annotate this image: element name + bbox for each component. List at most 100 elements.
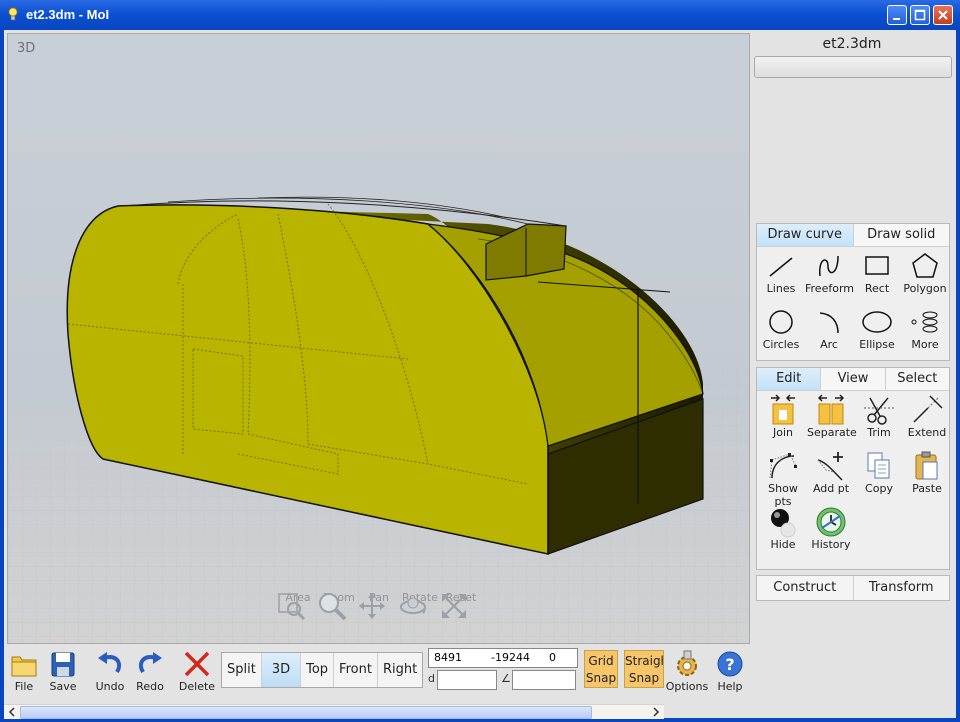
- nav-pan-tool[interactable]: Pan: [357, 591, 401, 619]
- gear-icon: [677, 650, 697, 676]
- help-question-icon: ?: [717, 651, 743, 677]
- folder-icon: [11, 656, 37, 677]
- maximize-button[interactable]: [910, 5, 930, 25]
- add-pt-label: Add pt: [812, 482, 850, 495]
- trim-label: Trim: [867, 426, 891, 439]
- ellipse-icon: [862, 311, 892, 333]
- tab-draw-solid[interactable]: Draw solid: [853, 224, 949, 246]
- show-pts-tool[interactable]: Show pts: [759, 450, 807, 508]
- distance-label: d: [428, 672, 435, 685]
- scroll-left-icon[interactable]: [5, 705, 19, 719]
- tab-edit[interactable]: Edit: [757, 368, 822, 390]
- copy-tool[interactable]: Copy: [855, 450, 903, 495]
- join-tool[interactable]: Join: [759, 394, 807, 439]
- angle-field[interactable]: [512, 670, 576, 690]
- grid-snap-line1: Grid: [588, 654, 614, 668]
- nav-reset-tool[interactable]: Reset: [439, 591, 483, 618]
- close-icon: [938, 10, 948, 20]
- distance-field[interactable]: [437, 670, 497, 690]
- coord-y: -19244: [491, 651, 530, 664]
- rectangle-icon: [865, 256, 889, 275]
- scrollbar-thumb[interactable]: [20, 706, 592, 719]
- nav-rotate-tool[interactable]: Rotate: [398, 591, 442, 614]
- view-3d-button[interactable]: 3D: [261, 653, 302, 687]
- ellipse-label: Ellipse: [859, 338, 895, 351]
- help-label: Help: [717, 680, 743, 693]
- hide-tool[interactable]: Hide: [759, 506, 807, 551]
- save-button[interactable]: Save: [41, 648, 85, 693]
- bottom-toolbar: File Save Undo Redo Delete Split 3D Top …: [4, 644, 956, 704]
- side-panel: et2.3dm Draw curve Draw solid Lines Free…: [752, 30, 952, 642]
- undo-button[interactable]: Undo: [88, 648, 132, 693]
- delete-label: Delete: [178, 680, 216, 693]
- tab-draw-curve[interactable]: Draw curve: [757, 224, 854, 246]
- options-label: Options: [665, 680, 709, 693]
- undo-label: Undo: [95, 680, 125, 693]
- more-tool[interactable]: More: [901, 306, 949, 351]
- svg-text:?: ?: [725, 655, 734, 674]
- redo-label: Redo: [136, 680, 164, 693]
- file-name: et2.3dm: [822, 36, 882, 52]
- ellipse-tool[interactable]: Ellipse: [853, 306, 901, 351]
- polygon-tool[interactable]: Polygon: [901, 250, 949, 295]
- paste-tool[interactable]: Paste: [903, 450, 951, 495]
- arc-label: Arc: [820, 338, 838, 351]
- nav-area-tool[interactable]: Area: [276, 591, 320, 621]
- scroll-right-icon[interactable]: [649, 705, 663, 719]
- object-name-field[interactable]: [754, 56, 952, 78]
- paste-icon: [915, 451, 938, 480]
- options-button[interactable]: Options: [665, 648, 709, 693]
- trim-tool[interactable]: Trim: [855, 394, 903, 439]
- circle-icon: [769, 310, 793, 334]
- floppy-disk-icon: [51, 652, 75, 677]
- coord-z: 0: [549, 651, 556, 664]
- magnifier-icon: [319, 593, 347, 621]
- model-canvas: [8, 196, 749, 643]
- area-zoom-icon: [278, 593, 306, 621]
- arc-tool[interactable]: Arc: [805, 306, 853, 351]
- hide-label: Hide: [770, 538, 796, 551]
- app-lightbulb-icon: [8, 7, 18, 21]
- line-icon: [769, 257, 793, 277]
- viewport-3d[interactable]: 3D Area Zoom Pan Rotate Reset: [7, 33, 750, 644]
- close-button[interactable]: [933, 5, 953, 25]
- separate-tool[interactable]: Separate: [807, 394, 857, 439]
- tab-transform[interactable]: Transform: [853, 576, 949, 600]
- file-button[interactable]: File: [2, 648, 46, 693]
- help-button[interactable]: ? Help: [708, 648, 752, 693]
- draw-panel: Draw curve Draw solid Lines Freeform Rec…: [756, 223, 950, 361]
- maximize-icon: [914, 9, 926, 21]
- straight-snap-button[interactable]: Straight Snap: [624, 650, 664, 688]
- copy-icon: [867, 452, 890, 479]
- window-title: et2.3dm - MoI: [26, 7, 110, 22]
- grid-snap-button[interactable]: Grid Snap: [584, 650, 618, 688]
- view-switcher: Split 3D Top Front Right: [221, 652, 424, 688]
- circles-tool[interactable]: Circles: [757, 306, 805, 351]
- view-top-button[interactable]: Top: [301, 653, 335, 687]
- add-pt-tool[interactable]: Add pt: [807, 450, 855, 495]
- tab-select[interactable]: Select: [885, 368, 949, 390]
- delete-button[interactable]: Delete: [175, 648, 219, 693]
- tab-construct[interactable]: Construct: [757, 576, 854, 600]
- extend-tool[interactable]: Extend: [903, 394, 951, 439]
- show-pts-label: Show pts: [768, 482, 798, 508]
- rect-tool[interactable]: Rect: [853, 250, 901, 295]
- file-label: File: [14, 680, 34, 693]
- view-front-button[interactable]: Front: [334, 653, 378, 687]
- redo-button[interactable]: Redo: [128, 648, 172, 693]
- history-tool[interactable]: History: [807, 506, 855, 551]
- copy-label: Copy: [865, 482, 893, 495]
- minimize-button[interactable]: [887, 5, 907, 25]
- construct-panel: Construct Transform: [756, 575, 950, 601]
- lines-tool[interactable]: Lines: [757, 250, 805, 295]
- coordinate-readout[interactable]: 8491 -19244 0: [428, 648, 578, 668]
- tab-view[interactable]: View: [821, 368, 886, 390]
- helix-icon: [911, 311, 938, 333]
- nav-zoom-tool[interactable]: Zoom: [317, 591, 361, 621]
- save-label: Save: [49, 680, 77, 693]
- view-right-button[interactable]: Right: [378, 653, 422, 687]
- horizontal-scrollbar[interactable]: [4, 704, 664, 719]
- freeform-tool[interactable]: Freeform: [805, 250, 854, 295]
- view-split-button[interactable]: Split: [222, 653, 262, 687]
- angle-label: ∠: [501, 672, 511, 685]
